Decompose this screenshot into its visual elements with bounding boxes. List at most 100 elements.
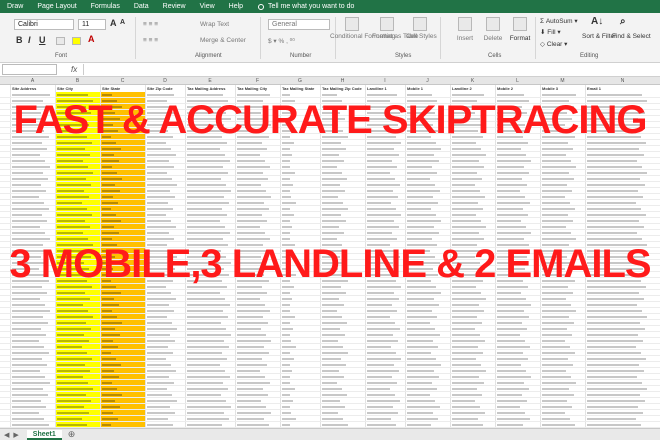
table-cell[interactable] <box>587 292 639 294</box>
table-cell[interactable] <box>322 388 342 390</box>
table-cell[interactable] <box>12 328 41 330</box>
table-cell[interactable] <box>407 310 432 312</box>
table-cell[interactable] <box>237 412 271 414</box>
table-cell[interactable] <box>102 376 119 378</box>
table-cell[interactable] <box>147 202 168 204</box>
table-cell[interactable] <box>542 220 573 222</box>
table-cell[interactable] <box>57 238 88 240</box>
table-cell[interactable] <box>57 412 89 414</box>
table-cell[interactable] <box>102 148 121 150</box>
table-cell[interactable] <box>367 298 399 300</box>
table-cell[interactable] <box>367 376 392 378</box>
table-cell[interactable] <box>407 238 432 240</box>
table-cell[interactable] <box>322 412 338 414</box>
table-cell[interactable] <box>497 154 526 156</box>
table-cell[interactable] <box>542 322 574 324</box>
table-cell[interactable] <box>147 412 175 414</box>
table-cell[interactable] <box>367 238 397 240</box>
column-header[interactable]: F <box>235 77 280 85</box>
table-cell[interactable] <box>587 418 636 420</box>
merge-center-button[interactable]: Merge & Center <box>200 37 246 44</box>
tab-page-layout[interactable]: Page Layout <box>30 0 83 13</box>
table-cell[interactable] <box>367 202 391 204</box>
table-cell[interactable] <box>187 424 222 426</box>
table-cell[interactable] <box>237 340 271 342</box>
table-cell[interactable] <box>452 394 482 396</box>
table-cell[interactable] <box>102 232 119 234</box>
table-cell[interactable] <box>12 412 39 414</box>
table-cell[interactable] <box>12 304 45 306</box>
table-cell[interactable] <box>497 172 529 174</box>
table-cell[interactable] <box>367 196 398 198</box>
table-cell[interactable] <box>187 364 220 366</box>
header-cell[interactable]: Mobile 1 <box>407 85 423 92</box>
table-cell[interactable] <box>452 424 483 426</box>
table-cell[interactable] <box>282 316 295 318</box>
table-cell[interactable] <box>407 160 439 162</box>
table-cell[interactable] <box>187 184 226 186</box>
table-cell[interactable] <box>282 172 295 174</box>
table-cell[interactable] <box>282 406 290 408</box>
table-cell[interactable] <box>322 238 337 240</box>
table-cell[interactable] <box>497 316 529 318</box>
table-cell[interactable] <box>282 232 290 234</box>
table-cell[interactable] <box>147 238 174 240</box>
table-cell[interactable] <box>367 334 393 336</box>
table-cell[interactable] <box>322 220 346 222</box>
table-cell[interactable] <box>282 382 290 384</box>
table-cell[interactable] <box>147 424 173 426</box>
table-cell[interactable] <box>542 160 571 162</box>
underline-icon[interactable]: U <box>39 35 46 45</box>
table-cell[interactable] <box>12 346 44 348</box>
table-cell[interactable] <box>452 388 477 390</box>
table-cell[interactable] <box>102 184 115 186</box>
table-cell[interactable] <box>147 292 171 294</box>
table-cell[interactable] <box>542 388 569 390</box>
table-cell[interactable] <box>282 328 293 330</box>
table-cell[interactable] <box>102 412 113 414</box>
table-cell[interactable] <box>187 328 226 330</box>
table-cell[interactable] <box>452 412 485 414</box>
table-cell[interactable] <box>497 208 523 210</box>
table-cell[interactable] <box>147 388 167 390</box>
table-cell[interactable] <box>497 352 523 354</box>
sheet-tab[interactable]: Sheet1 <box>26 429 62 440</box>
table-cell[interactable] <box>587 160 637 162</box>
table-cell[interactable] <box>12 376 45 378</box>
table-cell[interactable] <box>102 196 113 198</box>
table-cell[interactable] <box>587 190 638 192</box>
name-box[interactable] <box>2 64 57 75</box>
table-cell[interactable] <box>497 190 520 192</box>
table-cell[interactable] <box>497 304 531 306</box>
table-cell[interactable] <box>237 322 268 324</box>
table-cell[interactable] <box>12 424 49 426</box>
table-cell[interactable] <box>237 232 265 234</box>
table-cell[interactable] <box>407 190 440 192</box>
table-cell[interactable] <box>147 148 171 150</box>
tab-draw[interactable]: Draw <box>0 0 30 13</box>
table-cell[interactable] <box>542 316 569 318</box>
table-cell[interactable] <box>407 184 435 186</box>
table-cell[interactable] <box>57 418 82 420</box>
table-cell[interactable] <box>187 94 223 96</box>
table-cell[interactable] <box>187 394 221 396</box>
italic-icon[interactable]: I <box>28 35 31 45</box>
table-cell[interactable] <box>102 328 115 330</box>
table-cell[interactable] <box>497 178 522 180</box>
insert-button[interactable]: Insert <box>452 35 478 43</box>
header-cell[interactable]: Landline 2 <box>452 85 472 92</box>
table-cell[interactable] <box>57 382 88 384</box>
table-cell[interactable] <box>147 208 173 210</box>
table-cell[interactable] <box>452 208 483 210</box>
table-cell[interactable] <box>237 292 267 294</box>
table-cell[interactable] <box>452 322 482 324</box>
column-header[interactable]: B <box>55 77 100 85</box>
table-cell[interactable] <box>367 370 399 372</box>
table-cell[interactable] <box>587 358 646 360</box>
table-cell[interactable] <box>587 148 639 150</box>
table-cell[interactable] <box>282 334 290 336</box>
table-cell[interactable] <box>282 400 293 402</box>
table-cell[interactable] <box>147 328 177 330</box>
table-cell[interactable] <box>407 298 434 300</box>
header-cell[interactable]: Landline 1 <box>367 85 387 92</box>
